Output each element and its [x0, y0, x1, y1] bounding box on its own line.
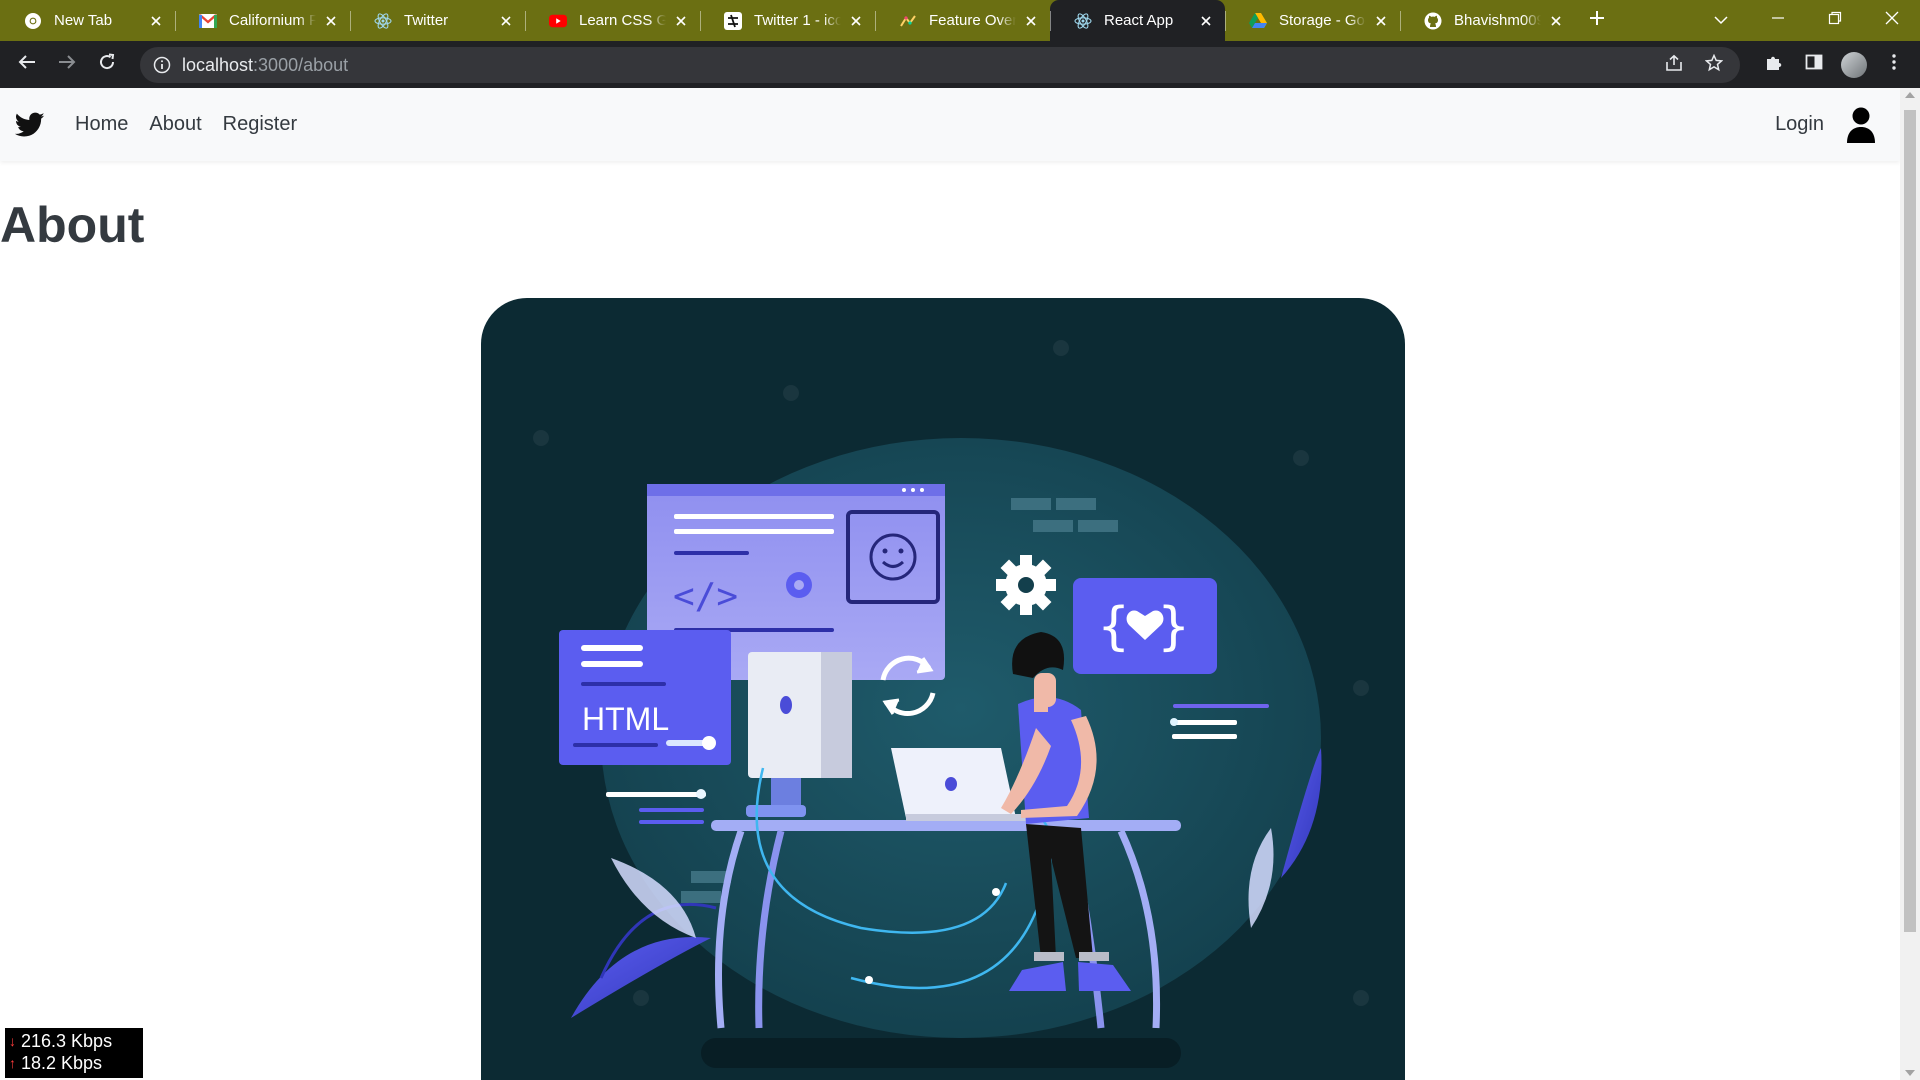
- star-icon: [1704, 53, 1724, 77]
- tab-title: React App: [1104, 12, 1174, 29]
- extensions-button[interactable]: [1754, 45, 1794, 85]
- developer-workspace-illustration: </> HTML {}: [533, 340, 1369, 1068]
- bookmark-button[interactable]: [1694, 45, 1734, 85]
- restore-icon: [1828, 11, 1842, 30]
- close-icon[interactable]: [322, 12, 340, 30]
- close-icon[interactable]: [1197, 12, 1215, 30]
- share-icon: [1665, 54, 1683, 77]
- twitter-logo-icon[interactable]: [14, 112, 45, 138]
- svg-text:{: {: [1098, 597, 1129, 657]
- new-tab-button[interactable]: [1575, 0, 1619, 41]
- close-window-button[interactable]: [1863, 0, 1920, 41]
- about-hero-illustration: </> HTML {}: [481, 298, 1405, 1080]
- download-arrow-icon: ↓: [9, 1033, 16, 1049]
- menu-button[interactable]: [1874, 45, 1914, 85]
- info-icon[interactable]: [152, 55, 172, 75]
- url-text: localhost:3000/about: [182, 55, 348, 76]
- page-viewport: Home About Register Login About </> HTML…: [0, 88, 1900, 1080]
- site-navbar: Home About Register Login: [0, 88, 1900, 161]
- figma-icon: [724, 11, 742, 30]
- chevron-down-icon: [1713, 12, 1728, 30]
- tab-title: Twitter: [404, 12, 449, 29]
- user-icon[interactable]: [1846, 107, 1876, 143]
- url-path: :3000/about: [253, 54, 349, 75]
- arrow-left-icon: [18, 54, 36, 75]
- side-panel-icon: [1805, 53, 1823, 76]
- tab-twitter[interactable]: Twitter: [350, 0, 525, 41]
- close-icon: [1885, 11, 1899, 30]
- tab-feature-overview[interactable]: Feature Overv: [875, 0, 1050, 41]
- puzzle-icon: [1765, 53, 1783, 76]
- download-speed: 216.3 Kbps: [21, 1031, 113, 1051]
- minimize-icon: [1771, 11, 1785, 30]
- back-button[interactable]: [7, 45, 47, 85]
- html-card-graphic: HTML: [559, 630, 731, 765]
- scroll-down-arrow-icon[interactable]: [1905, 1070, 1915, 1076]
- feature-icon: [899, 12, 917, 30]
- tab-storage[interactable]: Storage - Goo: [1225, 0, 1400, 41]
- svg-text:</>: </>: [673, 576, 738, 617]
- close-icon[interactable]: [147, 12, 165, 30]
- nav-link-home[interactable]: Home: [75, 113, 128, 136]
- close-icon[interactable]: [1372, 12, 1390, 30]
- page-title: About: [0, 197, 145, 253]
- minimize-button[interactable]: [1749, 0, 1806, 41]
- login-link[interactable]: Login: [1775, 113, 1824, 136]
- reload-icon: [98, 53, 116, 76]
- restore-button[interactable]: [1806, 0, 1863, 41]
- forward-button[interactable]: [47, 45, 87, 85]
- react-icon: [1074, 12, 1092, 30]
- browser-tab-strip: New Tab Californium Fr Twitter Learn CSS…: [0, 0, 1920, 41]
- tab-learn-css-grid[interactable]: Learn CSS Gric: [525, 0, 700, 41]
- nav-link-register[interactable]: Register: [223, 113, 297, 136]
- tab-title: Californium Fr: [229, 12, 316, 29]
- upload-arrow-icon: ↑: [9, 1055, 16, 1071]
- close-icon[interactable]: [1547, 12, 1565, 30]
- url-host: localhost: [182, 54, 254, 75]
- tab-twitter-icons[interactable]: Twitter 1 - icor: [700, 0, 875, 41]
- gmail-icon: [199, 12, 217, 30]
- html-label: HTML: [582, 701, 669, 737]
- close-icon[interactable]: [497, 12, 515, 30]
- scrollbar-thumb[interactable]: [1904, 110, 1916, 932]
- scroll-up-arrow-icon[interactable]: [1905, 92, 1915, 98]
- network-speed-widget: ↓ 216.3 Kbps ↑ 18.2 Kbps: [5, 1028, 143, 1078]
- address-bar[interactable]: localhost:3000/about: [140, 47, 1740, 83]
- chrome-icon: [24, 12, 42, 30]
- nav-link-about[interactable]: About: [149, 113, 201, 136]
- tab-github[interactable]: Bhavishm009/: [1400, 0, 1575, 41]
- close-icon[interactable]: [672, 12, 690, 30]
- kebab-menu-icon: [1891, 53, 1897, 76]
- plus-icon: [1589, 10, 1605, 31]
- tab-title: New Tab: [54, 12, 113, 29]
- tab-californium[interactable]: Californium Fr: [175, 0, 350, 41]
- youtube-icon: [549, 12, 567, 30]
- side-panel-button[interactable]: [1794, 45, 1834, 85]
- profile-avatar[interactable]: [1841, 51, 1867, 78]
- close-icon[interactable]: [1022, 12, 1040, 30]
- svg-text:}: }: [1158, 597, 1189, 657]
- gear-graphic: [996, 555, 1056, 615]
- arrow-right-icon: [58, 54, 76, 75]
- reload-button[interactable]: [87, 45, 127, 85]
- google-drive-icon: [1249, 12, 1267, 30]
- heart-braces-card-graphic: { }: [1073, 578, 1217, 674]
- tab-title: Learn CSS Gric: [579, 12, 666, 29]
- vertical-scrollbar[interactable]: [1900, 88, 1920, 1080]
- share-button[interactable]: [1654, 45, 1694, 85]
- tab-title: Storage - Goo: [1279, 12, 1366, 29]
- tab-react-app[interactable]: React App: [1050, 0, 1225, 41]
- tab-title: Twitter 1 - icor: [754, 12, 841, 29]
- browser-toolbar: localhost:3000/about: [0, 41, 1920, 88]
- tab-search-button[interactable]: [1692, 0, 1749, 41]
- react-icon: [374, 12, 392, 30]
- tab-title: Bhavishm009/: [1454, 12, 1541, 29]
- tab-title: Feature Overv: [929, 12, 1016, 29]
- github-icon: [1424, 12, 1442, 30]
- upload-speed: 18.2 Kbps: [21, 1053, 103, 1073]
- tab-new-tab[interactable]: New Tab: [0, 0, 175, 41]
- close-icon[interactable]: [847, 12, 865, 30]
